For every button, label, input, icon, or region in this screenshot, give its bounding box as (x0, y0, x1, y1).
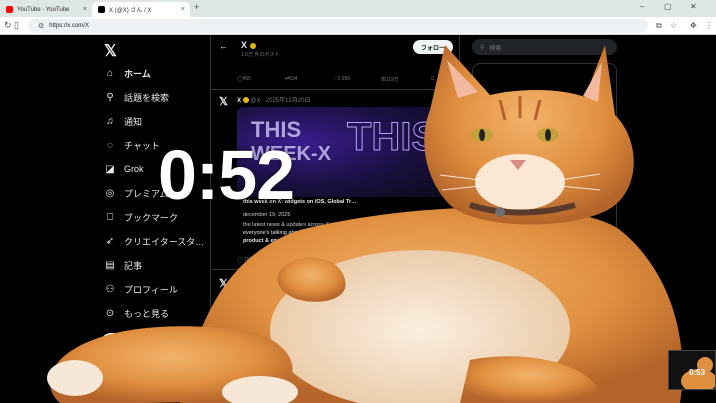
divider (211, 89, 461, 90)
back-arrow-icon[interactable]: ← (219, 41, 228, 51)
divider (211, 269, 461, 270)
profile-icon: ⚇ (105, 283, 115, 295)
posts-count: 1.6万 件のポスト (241, 52, 280, 58)
tweet-line-3: the latest news & updates across X … (243, 222, 336, 228)
sidebar-item-explore[interactable]: ⚲ 話題を検索 (104, 88, 169, 106)
reload-icon[interactable]: ↻ (4, 20, 12, 31)
sidebar-item-label: もっと見る (124, 308, 170, 319)
bookmark-star-icon[interactable]: ☆ (670, 21, 677, 30)
tweet-header: X @X · 2025年12月20日 (237, 97, 311, 104)
tweet-line-5: product & eng… (243, 238, 286, 244)
mini-timer: 0:53 (689, 368, 706, 377)
overlay-timer: 0:52 (158, 136, 295, 214)
tab-x[interactable]: X (@X) さん / X × (92, 2, 190, 17)
search-icon: ⚲ (106, 91, 114, 103)
more-options-icon[interactable]: ⋯ (447, 95, 453, 102)
tab-title: X (@X) さん / X (109, 8, 152, 14)
main-column: ← X 1.6万 件のポスト フォロー ◯ 455 ⇄ 534 ♡ 2,699 … (210, 35, 461, 403)
reply-count[interactable]: ◯ 455 (237, 76, 251, 82)
tab-youtube[interactable]: YouTube - YouTube × (0, 2, 92, 17)
reply-count[interactable]: ◯ 193 (237, 257, 252, 263)
x-favicon-icon (98, 6, 105, 13)
grok-icon: ◪ (105, 163, 115, 175)
sidebar-item-label: プロフィール (124, 284, 178, 295)
verified-badge-icon (249, 42, 256, 49)
follow-suggestion-button[interactable] (592, 119, 610, 131)
x-avatar-icon[interactable]: 𝕏 (219, 277, 228, 290)
sidebar-item-label: クリエイタースタ… (124, 236, 205, 247)
x-avatar-icon[interactable]: 𝕏 (219, 95, 228, 108)
bell-icon: ♫ (106, 115, 114, 127)
address-bar[interactable]: ⚙ https://x.com/X (28, 19, 648, 33)
sidebar-item-label: チャット (124, 140, 160, 151)
tweet-actions: ◯ 455 ⇄ 534 ♡ 2,699 ▥ 119万 ⎕ (237, 76, 457, 86)
search-icon: ⚲ (480, 44, 485, 51)
youtube-favicon-icon (6, 6, 13, 13)
close-icon[interactable]: × (181, 6, 185, 13)
window-close-icon[interactable]: ✕ (690, 2, 697, 11)
sidebar-item-label: Grok (124, 164, 144, 174)
sidebar-item-home[interactable]: ⌂ ホーム (104, 64, 151, 82)
right-column: ⚲ 検索 (462, 35, 716, 403)
follow-button[interactable]: フォロー (413, 40, 453, 54)
sidebar-item-notifications[interactable]: ♫ 通知 (104, 112, 142, 130)
repost-count[interactable]: ⇄ 534 (285, 76, 298, 82)
sidebar-item-creator-studio[interactable]: ➶ クリエイタースタ… (104, 232, 204, 250)
browser-toolbar: ↻ ▯ ⚙ https://x.com/X ⧉ ☆ ✥ ⋮ (0, 17, 716, 35)
minimize-icon[interactable]: – (640, 2, 644, 11)
rocket-icon: ➶ (105, 235, 115, 247)
follow-suggestion-button[interactable] (592, 91, 610, 103)
new-tab-button[interactable]: + (194, 2, 199, 12)
menu-icon[interactable]: ⋮ (705, 21, 713, 30)
sidebar-item-profile[interactable]: ⚇ プロフィール (104, 280, 178, 298)
sidebar-item-chat[interactable]: ◌ チャット (104, 136, 160, 154)
grok-icon[interactable]: ⟲ (433, 95, 438, 102)
sidebar-item-more[interactable]: ⊙ もっと見る (104, 304, 169, 322)
sidebar-item-grok[interactable]: ◪ Grok (104, 160, 144, 178)
verified-badge-icon (242, 97, 249, 104)
x-logo-icon[interactable]: 𝕏 (104, 41, 117, 61)
tweet-line-4: everyone's talking about this we… (243, 230, 327, 236)
url-text: https://x.com/X (49, 23, 89, 29)
browser-tab-bar: YouTube - YouTube × X (@X) さん / X × + – … (0, 0, 716, 17)
card-title-outline: THIS (346, 115, 439, 160)
sidebar-item-label: 話題を検索 (124, 92, 170, 103)
sidebar-item-label: ホーム (124, 68, 151, 79)
view-count[interactable]: ▥ 119万 (381, 76, 399, 83)
sidebar-item-label: 通知 (124, 116, 143, 127)
profile-name: X (241, 40, 256, 50)
article-icon: ▤ (105, 259, 115, 271)
more-icon: ⊙ (105, 307, 115, 319)
install-app-icon[interactable]: ⧉ (656, 21, 662, 31)
home-icon: ⌂ (106, 67, 114, 79)
search-input[interactable]: ⚲ 検索 (472, 39, 617, 55)
x-page: 𝕏 ⌂ ホーム ⚲ 話題を検索 ♫ 通知 ◌ チャット ◪ Grok ◎ プレミ… (0, 35, 716, 403)
site-info-icon[interactable]: ⚙ (38, 22, 44, 30)
video-preview-thumbnail[interactable]: 0:53 (668, 350, 716, 390)
tab-title: YouTube - YouTube (17, 6, 70, 13)
bookmark-icon: ⎕ (107, 211, 113, 223)
like-count[interactable]: ♡ 2,699 (333, 76, 350, 82)
chat-icon: ◌ (107, 139, 113, 151)
search-placeholder: 検索 (489, 45, 502, 52)
maximize-icon[interactable]: ▢ (664, 2, 672, 11)
close-icon[interactable]: × (83, 6, 87, 13)
premium-icon: ◎ (105, 187, 115, 199)
sidebar-item-label: 記事 (124, 260, 143, 271)
sidebar-item-articles[interactable]: ▤ 記事 (104, 256, 142, 274)
extensions-icon[interactable]: ✥ (690, 21, 697, 30)
post-button[interactable]: ポストする (100, 333, 210, 355)
bookmark-icon[interactable]: ⎕ (431, 76, 434, 82)
sidebar-toggle-icon[interactable]: ▯ (14, 20, 19, 31)
